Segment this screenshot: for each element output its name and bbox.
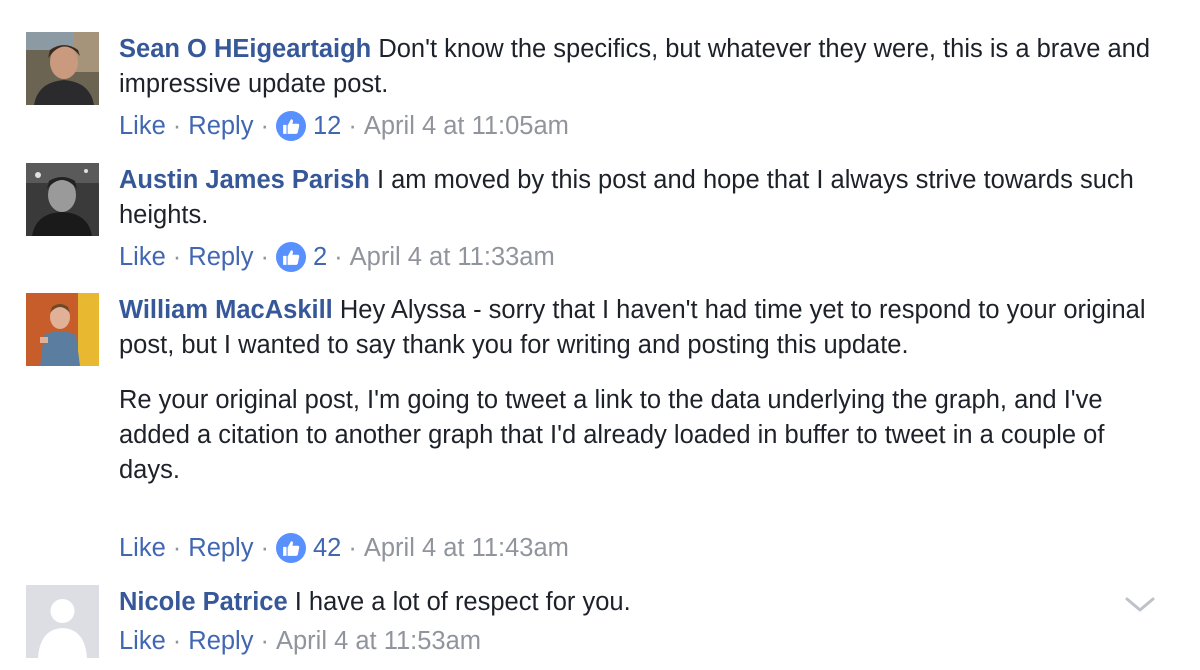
separator: · <box>260 243 269 271</box>
like-link[interactable]: Like <box>119 240 166 274</box>
separator: · <box>172 112 182 140</box>
comment-body: William MacAskill Hey Alyssa - sorry tha… <box>119 293 1159 488</box>
reply-link[interactable]: Reply <box>188 531 253 565</box>
reply-link[interactable]: Reply <box>188 240 253 274</box>
avatar[interactable] <box>26 585 99 658</box>
chevron-down-icon[interactable] <box>1124 595 1156 615</box>
thumbs-up-icon[interactable] <box>275 533 306 563</box>
separator: · <box>172 627 182 655</box>
separator: · <box>334 243 343 271</box>
comment-paragraph: Nicole Patrice I have a lot of respect f… <box>119 585 1159 620</box>
like-count[interactable]: 12 <box>313 109 341 143</box>
separator: · <box>348 534 357 562</box>
comment-actions: Like · Reply · April 4 at 11:53am <box>119 624 481 658</box>
thumbs-up-icon[interactable] <box>275 111 306 141</box>
comment-paragraph: Austin James Parish I am moved by this p… <box>119 163 1159 233</box>
separator: · <box>348 112 357 140</box>
like-link[interactable]: Like <box>119 624 166 658</box>
comment-actions: Like · Reply · 42 · April 4 at 11:43am <box>119 531 569 565</box>
comment-body: Austin James Parish I am moved by this p… <box>119 163 1159 233</box>
timestamp[interactable]: April 4 at 11:53am <box>276 624 481 658</box>
author-name[interactable]: Sean O HEigeartaigh <box>119 35 371 63</box>
reply-link[interactable]: Reply <box>188 109 253 143</box>
comment-body: Sean O HEigeartaigh Don't know the speci… <box>119 32 1159 102</box>
comment-text: I have a lot of respect for you. <box>287 588 631 616</box>
avatar[interactable] <box>26 32 99 105</box>
like-link[interactable]: Like <box>119 531 166 565</box>
reply-link[interactable]: Reply <box>188 624 253 658</box>
comment-paragraph: Re your original post, I'm going to twee… <box>119 386 1105 484</box>
like-link[interactable]: Like <box>119 109 166 143</box>
separator: · <box>172 534 182 562</box>
avatar[interactable] <box>26 163 99 236</box>
comment-body: Nicole Patrice I have a lot of respect f… <box>119 585 1159 620</box>
separator: · <box>260 627 269 655</box>
separator: · <box>260 112 269 140</box>
timestamp[interactable]: April 4 at 11:05am <box>364 109 569 143</box>
avatar[interactable] <box>26 293 99 366</box>
separator: · <box>172 243 182 271</box>
comment-paragraph: Sean O HEigeartaigh Don't know the speci… <box>119 32 1159 102</box>
like-count[interactable]: 42 <box>313 531 341 565</box>
timestamp[interactable]: April 4 at 11:43am <box>364 531 569 565</box>
author-name[interactable]: William MacAskill <box>119 296 333 324</box>
like-count[interactable]: 2 <box>313 240 327 274</box>
comment-paragraph: William MacAskill Hey Alyssa - sorry tha… <box>119 293 1159 363</box>
thumbs-up-icon[interactable] <box>275 242 306 272</box>
separator: · <box>260 534 269 562</box>
comment-actions: Like · Reply · 12 · April 4 at 11:05am <box>119 109 569 143</box>
comment-actions: Like · Reply · 2 · April 4 at 11:33am <box>119 240 555 274</box>
author-name[interactable]: Nicole Patrice <box>119 588 288 616</box>
timestamp[interactable]: April 4 at 11:33am <box>350 240 555 274</box>
author-name[interactable]: Austin James Parish <box>119 166 370 194</box>
